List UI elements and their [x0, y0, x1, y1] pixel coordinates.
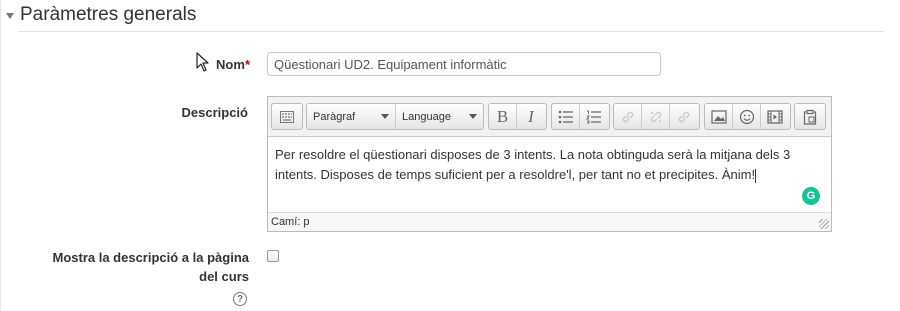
smiley-icon	[739, 109, 754, 124]
editor-toolbar: Paràgraf Language B I	[268, 97, 831, 137]
grammarly-icon[interactable]: G	[802, 187, 820, 205]
language-value: Language	[402, 110, 451, 123]
editor-statusbar: Camí: p	[268, 212, 831, 231]
link-icon	[622, 111, 633, 122]
show-description-label: Mostra la descripció a la pàgina del cur…	[20, 248, 249, 286]
unlink-button[interactable]	[642, 104, 670, 129]
paste-group	[794, 103, 826, 130]
left-border	[0, 0, 1, 311]
link-group	[613, 103, 700, 130]
bold-icon: B	[496, 106, 509, 126]
paragraph-format-select[interactable]: Paràgraf	[307, 104, 396, 129]
link-button[interactable]	[614, 104, 642, 129]
header-divider	[18, 31, 884, 32]
unordered-list-button[interactable]	[552, 104, 580, 129]
list-group	[551, 103, 610, 130]
numbered-list-icon	[586, 110, 601, 123]
required-asterisk: *	[244, 57, 250, 72]
bold-button[interactable]: B	[489, 104, 517, 129]
show-description-label-line1: Mostra la descripció a la pàgina	[52, 250, 249, 265]
description-label: Descripció	[181, 105, 248, 120]
name-label-text: Nom	[216, 57, 245, 72]
section-title: Paràmetres generals	[20, 4, 197, 25]
language-select[interactable]: Language	[396, 104, 483, 129]
section-header[interactable]: Paràmetres generals	[6, 1, 196, 29]
paragraph-format-value: Paràgraf	[313, 110, 356, 123]
italic-button[interactable]: I	[517, 104, 545, 129]
toolbar-toggle-group	[271, 103, 303, 130]
text-caret	[755, 168, 757, 183]
media-group	[704, 103, 791, 130]
chevron-down-icon	[381, 114, 389, 119]
clipboard-icon	[803, 109, 817, 125]
insert-image-button[interactable]	[705, 104, 733, 129]
chain-icon	[678, 111, 690, 122]
chevron-down-icon	[469, 114, 477, 119]
style-group: B I	[488, 103, 547, 130]
ordered-list-button[interactable]	[580, 104, 608, 129]
help-icon[interactable]: ?	[233, 292, 247, 306]
paste-button[interactable]	[795, 104, 825, 129]
show-description-label-line2: del curs	[199, 269, 249, 284]
insert-emoticon-button[interactable]	[733, 104, 761, 129]
description-text: Per resoldre el qüestionari disposes de …	[275, 147, 791, 182]
show-description-checkbox[interactable]	[267, 250, 279, 262]
element-path: Camí: p	[271, 216, 310, 228]
description-editor[interactable]: Paràgraf Language B I Per resoldre el qü…	[267, 96, 832, 232]
insert-media-button[interactable]	[761, 104, 789, 129]
format-group: Paràgraf Language	[306, 103, 484, 130]
keyboard-grid-icon	[280, 110, 294, 123]
editor-content[interactable]: Per resoldre el qüestionari disposes de …	[275, 145, 820, 185]
bullet-list-icon	[558, 110, 573, 123]
anchor-button[interactable]	[670, 104, 698, 129]
italic-icon: I	[528, 106, 534, 126]
unlink-icon	[650, 111, 661, 122]
image-icon	[710, 109, 727, 124]
toolbar-toggle-button[interactable]	[272, 104, 302, 129]
name-input[interactable]	[267, 52, 661, 76]
name-label: Nom*	[205, 57, 250, 72]
collapse-triangle-icon[interactable]	[6, 13, 14, 19]
resize-handle-icon[interactable]	[819, 219, 829, 229]
film-icon	[767, 109, 783, 124]
